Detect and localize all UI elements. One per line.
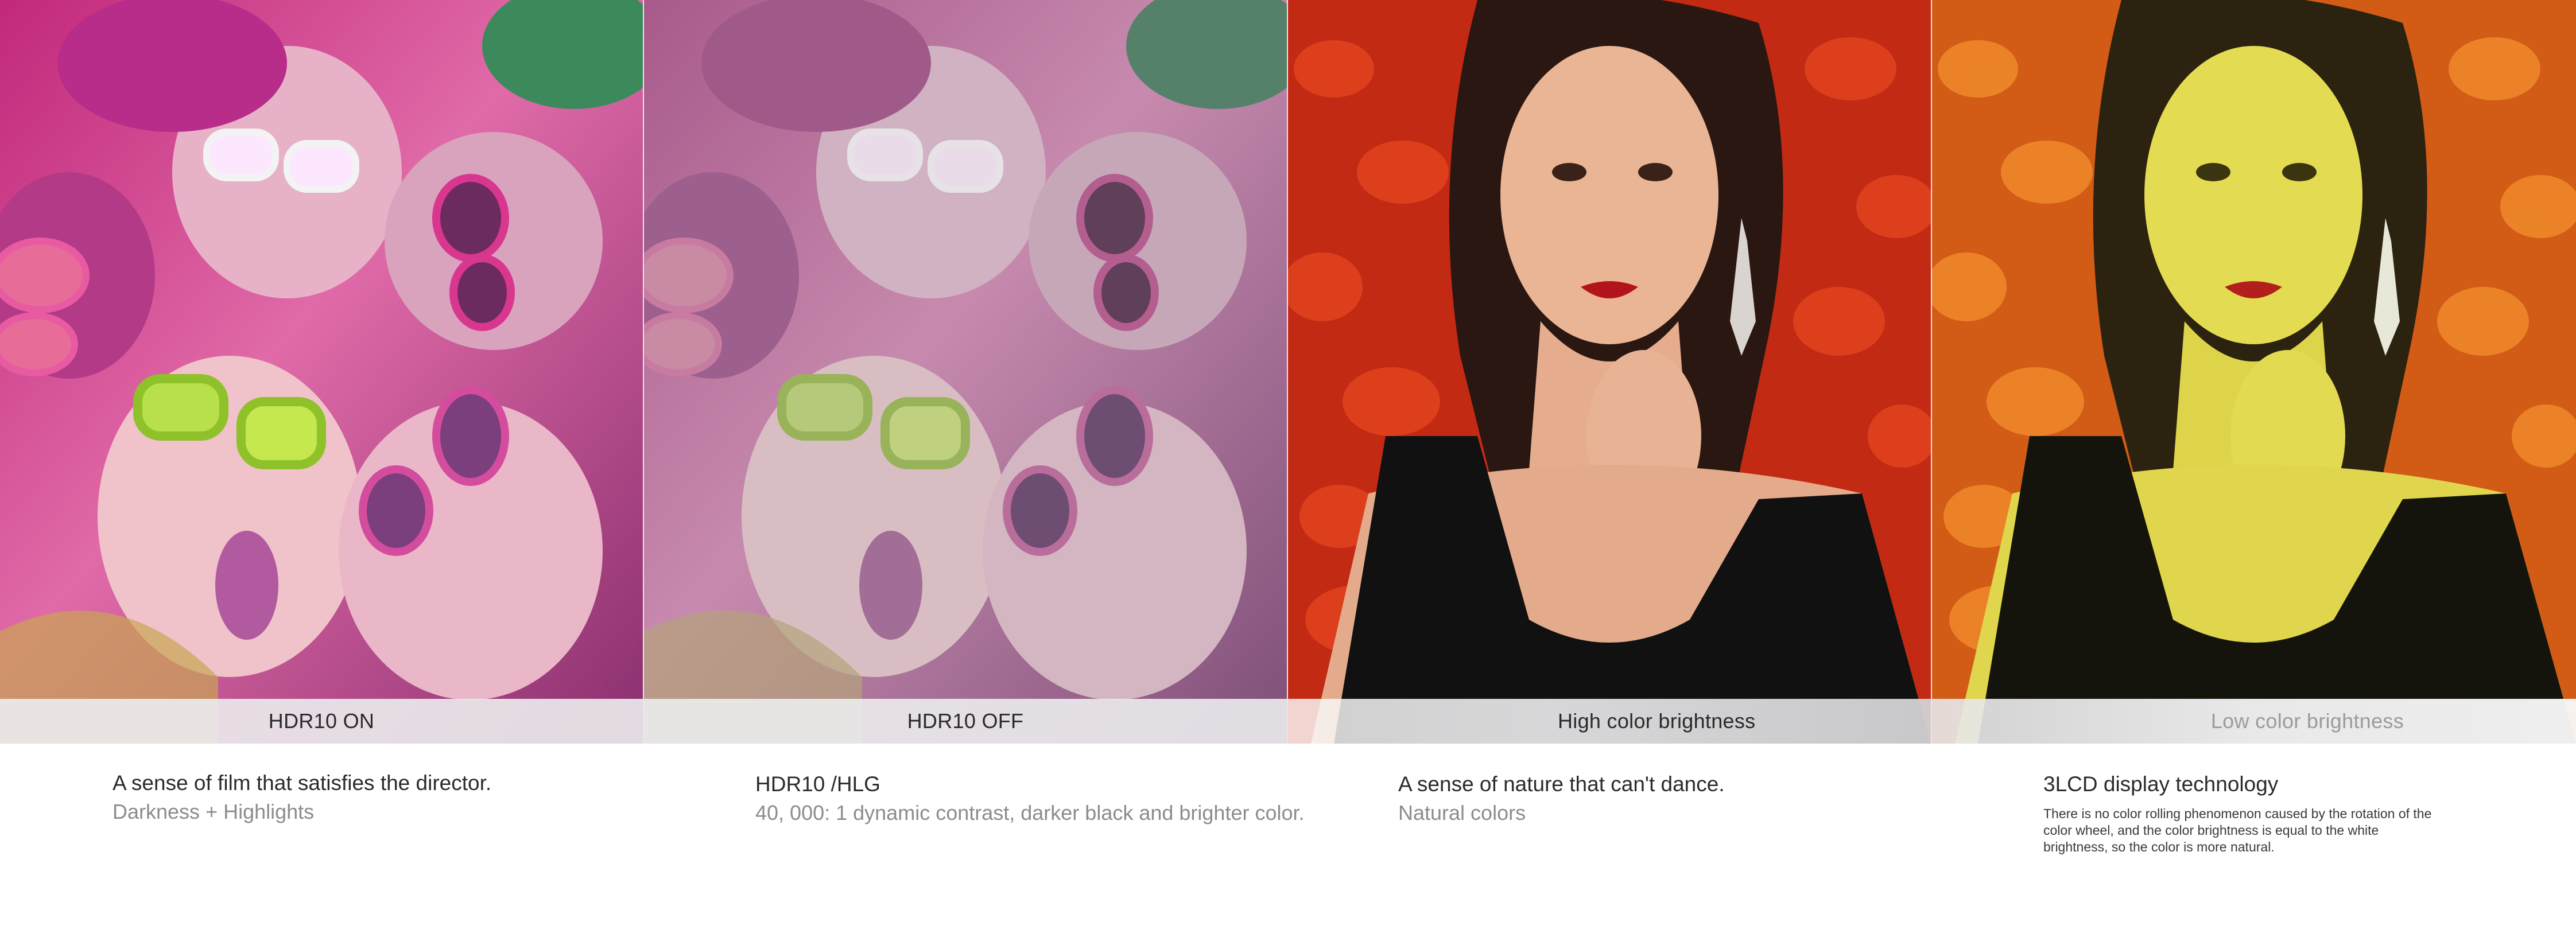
description-subtitle: 40, 000: 1 dynamic contrast, darker blac…: [755, 801, 1305, 824]
description-3lcd: 3LCD display technology There is no colo…: [2043, 770, 2434, 855]
hdr-off-photo-panel: HDR10 OFF: [644, 0, 1287, 744]
panel-caption: HDR10 OFF: [644, 699, 1287, 744]
panel-caption: High color brightness: [1288, 699, 1931, 744]
festival-crowd-photo-vivid: [0, 0, 643, 744]
panel-caption: Low color brightness: [1932, 699, 2576, 744]
description-note: There is no color rolling phenomenon cau…: [2043, 806, 2432, 854]
description-hdr-off: HDR10 /HLG 40, 000: 1 dynamic contrast, …: [755, 770, 1305, 827]
description-hdr-on: A sense of film that satisfies the direc…: [112, 769, 491, 826]
description-title: 3LCD display technology: [2043, 772, 2279, 796]
description-title: HDR10 /HLG: [755, 772, 880, 796]
portrait-photo-natural: [1288, 0, 1931, 744]
portrait-photo-yellow-cast: [1932, 0, 2576, 744]
panel-caption: HDR10 ON: [0, 699, 643, 744]
description-subtitle: Darkness + Highlights: [112, 800, 315, 823]
description-title: A sense of nature that can't dance.: [1398, 772, 1725, 796]
description-title: A sense of film that satisfies the direc…: [112, 771, 492, 795]
low-color-brightness-photo-panel: Low color brightness: [1932, 0, 2576, 744]
hdr-on-photo-panel: HDR10 ON: [0, 0, 643, 744]
festival-crowd-photo-flat: [644, 0, 1287, 744]
description-subtitle: Natural colors: [1398, 801, 1526, 824]
high-color-brightness-photo-panel: High color brightness: [1288, 0, 1931, 744]
description-high-brightness: A sense of nature that can't dance. Natu…: [1398, 770, 1725, 827]
